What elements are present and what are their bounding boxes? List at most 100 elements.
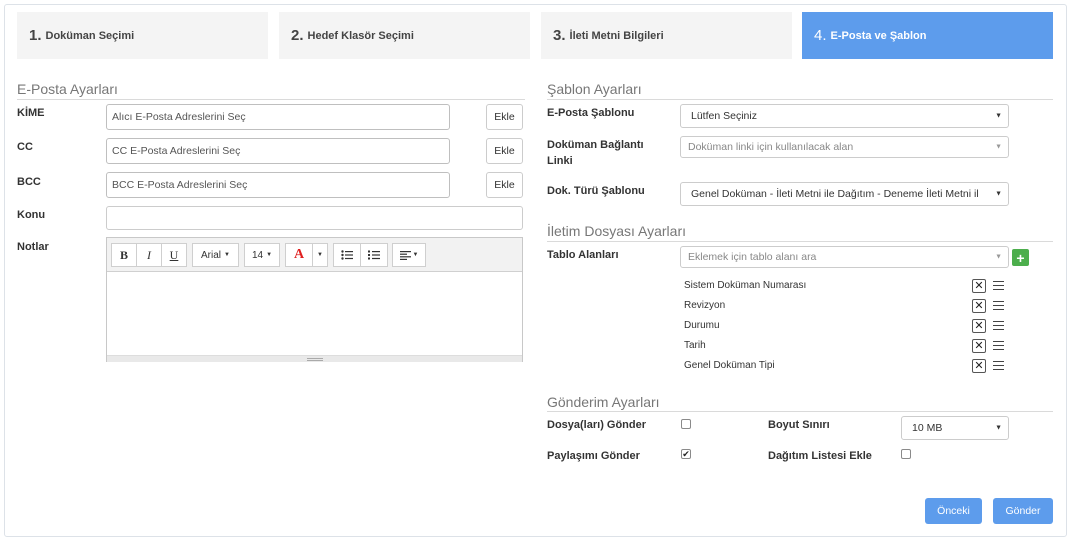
remove-field-button[interactable]: ✕: [972, 279, 986, 293]
doc-link-placeholder: Doküman linki için kullanılacak alan: [688, 141, 854, 153]
send-settings-title: Gönderim Ayarları: [547, 394, 660, 410]
step-label: E-Posta ve Şablon: [830, 29, 927, 42]
font-color-dropdown[interactable]: ▼: [312, 243, 328, 267]
editor-toolbar: B I U Arial ▼ 14 ▼ A ▼ ▼: [107, 238, 522, 272]
caret-down-icon: ▼: [995, 143, 1002, 151]
size-limit-value: 10 MB: [912, 422, 943, 434]
remove-field-button[interactable]: ✕: [972, 299, 986, 313]
table-fields-placeholder: Eklemek için tablo alanı ara: [688, 251, 817, 263]
remove-field-button[interactable]: ✕: [972, 359, 986, 373]
bullet-list-icon: [341, 250, 353, 260]
email-template-label: E-Posta Şablonu: [547, 107, 635, 119]
close-icon: ✕: [974, 299, 984, 312]
step-3-message-text[interactable]: 3. İleti Metni Bilgileri: [541, 12, 792, 59]
close-icon: ✕: [974, 279, 984, 292]
doc-link-label-line1: Doküman Bağlantı: [547, 139, 644, 151]
step-label: İleti Metni Bilgileri: [569, 29, 664, 42]
table-field-item: Genel Doküman Tipi: [684, 360, 775, 371]
size-limit-label: Boyut Sınırı: [768, 419, 830, 431]
caret-down-icon: ▼: [412, 252, 419, 258]
remove-field-button[interactable]: ✕: [972, 339, 986, 353]
bcc-placeholder: BCC E-Posta Adreslerini Seç: [112, 179, 248, 191]
konu-label: Konu: [17, 209, 46, 221]
send-files-label: Dosya(ları) Gönder: [547, 419, 647, 431]
doc-type-template-label: Dok. Türü Şablonu: [547, 185, 645, 197]
font-color-button[interactable]: A: [285, 243, 313, 267]
remove-field-button[interactable]: ✕: [972, 319, 986, 333]
table-field-item: Durumu: [684, 320, 720, 331]
step-number: 3.: [553, 27, 566, 44]
notes-text-area[interactable]: [107, 272, 522, 355]
grip-icon: [307, 358, 323, 361]
step-1-document-selection[interactable]: 1. Doküman Seçimi: [17, 12, 268, 59]
previous-button[interactable]: Önceki: [925, 498, 982, 524]
step-label: Doküman Seçimi: [45, 29, 135, 42]
underline-button[interactable]: U: [161, 243, 187, 267]
cc-label: CC: [17, 141, 33, 153]
step-label: Hedef Klasör Seçimi: [307, 29, 414, 42]
caret-down-icon: ▼: [266, 252, 273, 258]
table-field-item: Tarih: [684, 340, 706, 351]
check-icon: ✔: [682, 449, 690, 459]
step-4-email-template[interactable]: 4. E-Posta ve Şablon: [802, 12, 1053, 59]
reorder-icon[interactable]: [993, 301, 1004, 310]
caret-down-icon: ▼: [995, 253, 1002, 261]
caret-down-icon: ▼: [995, 190, 1002, 198]
bcc-add-button[interactable]: Ekle: [486, 172, 523, 198]
konu-input[interactable]: [106, 206, 523, 230]
notes-editor: B I U Arial ▼ 14 ▼ A ▼ ▼: [106, 237, 523, 362]
send-button[interactable]: Gönder: [993, 498, 1053, 524]
align-dropdown[interactable]: ▼: [392, 243, 426, 267]
caret-down-icon: ▼: [224, 252, 230, 258]
table-fields-search[interactable]: Eklemek için tablo alanı ara ▼: [680, 246, 1009, 268]
divider: [17, 99, 525, 100]
cc-input[interactable]: CC E-Posta Adreslerini Seç: [106, 138, 450, 164]
divider: [547, 241, 1053, 242]
size-limit-select[interactable]: 10 MB ▼: [901, 416, 1009, 440]
reorder-icon[interactable]: [993, 361, 1004, 370]
step-number: 1.: [29, 27, 42, 44]
cc-add-button[interactable]: Ekle: [486, 138, 523, 164]
caret-down-icon: ▼: [317, 252, 323, 258]
bcc-input[interactable]: BCC E-Posta Adreslerini Seç: [106, 172, 450, 198]
divider: [547, 99, 1053, 100]
divider: [547, 411, 1053, 412]
add-distribution-list-label: Dağıtım Listesi Ekle: [768, 450, 872, 462]
reorder-icon[interactable]: [993, 321, 1004, 330]
bullet-list-button[interactable]: [333, 243, 361, 267]
bcc-label: BCC: [17, 176, 41, 188]
font-family-dropdown[interactable]: Arial ▼: [192, 243, 239, 267]
email-template-value: Lütfen Seçiniz: [691, 110, 757, 122]
add-distribution-list-checkbox[interactable]: [901, 449, 911, 459]
table-fields-label: Tablo Alanları: [547, 249, 619, 261]
editor-resize-handle[interactable]: [107, 355, 522, 362]
step-number: 2.: [291, 27, 304, 44]
table-field-item: Sistem Doküman Numarası: [684, 280, 807, 291]
doc-type-template-select[interactable]: Genel Doküman - İleti Metni ile Dağıtım …: [680, 182, 1009, 206]
font-family-value: Arial: [201, 249, 222, 261]
align-left-icon: [399, 250, 411, 260]
italic-button[interactable]: I: [136, 243, 162, 267]
font-size-value: 14: [251, 249, 264, 261]
font-size-dropdown[interactable]: 14 ▼: [244, 243, 280, 267]
add-field-button[interactable]: +: [1012, 249, 1029, 266]
plus-icon: +: [1016, 249, 1025, 266]
doc-type-template-value: Genel Doküman - İleti Metni ile Dağıtım …: [691, 188, 979, 200]
send-share-label: Paylaşımı Gönder: [547, 450, 640, 462]
send-share-checkbox[interactable]: ✔: [681, 449, 691, 459]
doc-link-label-line2: Linki: [547, 155, 573, 167]
bold-button[interactable]: B: [111, 243, 137, 267]
table-field-item: Revizyon: [684, 300, 726, 311]
reorder-icon[interactable]: [993, 281, 1004, 290]
caret-down-icon: ▼: [995, 112, 1002, 120]
send-files-checkbox[interactable]: [681, 419, 691, 429]
email-template-select[interactable]: Lütfen Seçiniz ▼: [680, 104, 1009, 128]
reorder-icon[interactable]: [993, 341, 1004, 350]
step-2-target-folder[interactable]: 2. Hedef Klasör Seçimi: [279, 12, 530, 59]
kime-add-button[interactable]: Ekle: [486, 104, 523, 130]
close-icon: ✕: [974, 359, 984, 372]
numbered-list-icon: [368, 250, 380, 260]
doc-link-select[interactable]: Doküman linki için kullanılacak alan ▼: [680, 136, 1009, 158]
numbered-list-button[interactable]: [360, 243, 388, 267]
kime-input[interactable]: Alıcı E-Posta Adreslerini Seç: [106, 104, 450, 130]
